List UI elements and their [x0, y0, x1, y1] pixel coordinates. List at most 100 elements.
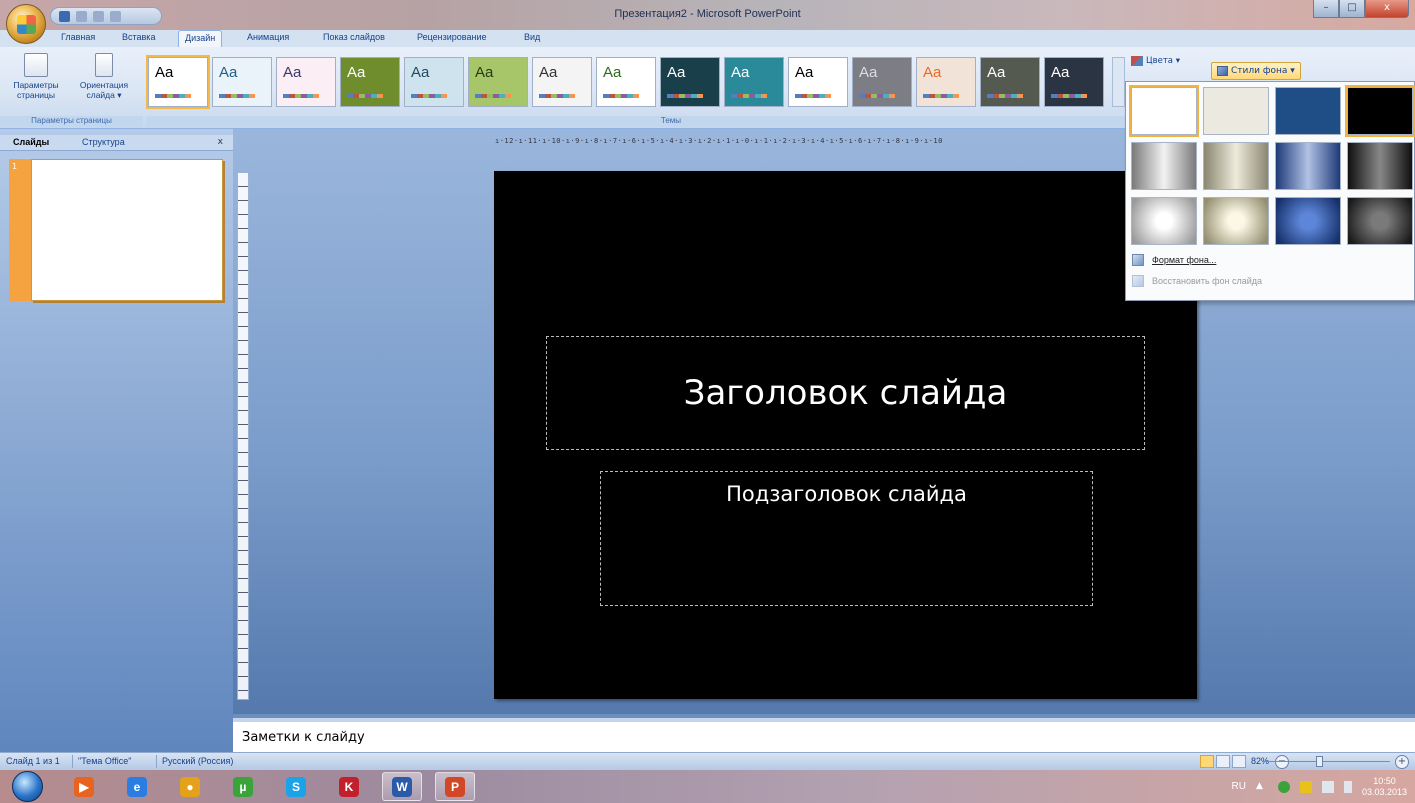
tab-outline[interactable]: Структура — [82, 137, 125, 147]
page-setup-label: Параметры — [13, 80, 59, 90]
slide-canvas[interactable]: Заголовок слайда Подзаголовок слайда — [494, 171, 1197, 699]
slide-thumbnail[interactable] — [31, 159, 223, 301]
taskbar-app-icon[interactable]: K — [329, 772, 369, 801]
ribbon-tabs: Главная Вставка Дизайн Анимация Показ сл… — [0, 30, 1415, 47]
theme-thumbnail[interactable]: Aa — [852, 57, 912, 107]
zoom-in-button[interactable]: + — [1395, 755, 1409, 769]
background-styles-button[interactable]: Стили фона ▾ — [1211, 62, 1301, 80]
background-style-swatch[interactable] — [1347, 142, 1413, 190]
network-icon[interactable] — [1321, 780, 1334, 793]
theme-color-bar — [411, 94, 447, 98]
theme-thumbnail[interactable]: Aa — [212, 57, 272, 107]
taskbar-app-icon[interactable]: W — [382, 772, 422, 801]
orientation-label: Ориентация — [79, 80, 129, 90]
volume-icon[interactable] — [1343, 780, 1352, 793]
start-button[interactable] — [12, 771, 43, 802]
zoom-slider-track[interactable] — [1262, 761, 1390, 762]
utorrent-tray-icon[interactable] — [1277, 780, 1290, 793]
format-background-icon — [1132, 254, 1144, 266]
background-style-swatch[interactable] — [1131, 142, 1197, 190]
clock-time: 10:50 — [1373, 775, 1396, 786]
taskbar-app-icon[interactable]: S — [276, 772, 316, 801]
clock[interactable]: 10:50 03.03.2013 — [1362, 776, 1407, 798]
format-background-item[interactable]: Формат фона... — [1132, 254, 1216, 266]
background-style-swatch[interactable] — [1275, 197, 1341, 245]
slide-subtitle-placeholder[interactable]: Подзаголовок слайда — [600, 471, 1093, 606]
theme-sample-text: Aa — [603, 64, 622, 81]
theme-sample-text: Aa — [475, 64, 494, 81]
background-style-swatch[interactable] — [1345, 85, 1415, 137]
slide-thumb-selection — [9, 159, 31, 301]
colors-label: Цвета ▾ — [1146, 56, 1180, 66]
background-style-swatch[interactable] — [1203, 142, 1269, 190]
themes-scroll[interactable] — [1112, 57, 1125, 107]
language-indicator[interactable]: RU — [1232, 781, 1246, 792]
theme-color-bar — [731, 94, 767, 98]
zoom-slider-thumb[interactable] — [1316, 756, 1323, 767]
system-tray: RU ▲ 10:50 03.03.2013 — [1232, 770, 1415, 803]
taskbar-app-icon[interactable]: ▶ — [64, 772, 104, 801]
theme-sample-text: Aa — [795, 64, 814, 81]
theme-thumbnail[interactable]: Aa — [468, 57, 528, 107]
slide-sorter-icon[interactable] — [1216, 755, 1230, 768]
zoom-out-button[interactable]: − — [1275, 755, 1289, 769]
theme-thumbnail[interactable]: Aa — [404, 57, 464, 107]
taskbar-app-icon[interactable]: µ — [223, 772, 263, 801]
theme-thumbnail[interactable]: Aa — [532, 57, 592, 107]
theme-thumbnail[interactable]: Aa — [1044, 57, 1104, 107]
theme-sample-text: Aa — [347, 64, 366, 81]
background-style-swatch[interactable] — [1131, 197, 1197, 245]
background-style-swatch[interactable] — [1275, 142, 1341, 190]
theme-thumbnail[interactable]: Aa — [788, 57, 848, 107]
maximize-button[interactable]: □ — [1339, 0, 1365, 18]
theme-thumbnail[interactable]: Aa — [660, 57, 720, 107]
theme-thumbnail[interactable]: Aa — [276, 57, 336, 107]
tray-expand-icon[interactable]: ▲ — [1256, 781, 1268, 793]
page-setup-button[interactable]: Параметры страницы — [4, 53, 68, 100]
office-button[interactable] — [6, 4, 46, 44]
theme-sample-text: Aa — [219, 64, 238, 81]
tab-view[interactable]: Вид — [524, 32, 540, 42]
title-bar: Презентация2 - Microsoft PowerPoint – □ … — [0, 0, 1415, 44]
reset-background-label: Восстановить фон слайда — [1152, 276, 1263, 286]
tab-home[interactable]: Главная — [61, 32, 95, 42]
normal-view-icon[interactable] — [1200, 755, 1214, 768]
office-logo-icon — [17, 15, 36, 34]
background-style-swatch[interactable] — [1129, 85, 1199, 137]
orientation-label-2: слайда ▾ — [86, 90, 122, 100]
action-center-icon[interactable] — [1299, 780, 1312, 793]
background-style-swatch[interactable] — [1203, 87, 1269, 135]
close-button[interactable]: x — [1365, 0, 1409, 18]
panel-close-icon[interactable]: x — [218, 137, 223, 147]
theme-thumbnail[interactable]: Aa — [596, 57, 656, 107]
tab-design[interactable]: Дизайн — [178, 30, 223, 47]
minimize-button[interactable]: – — [1313, 0, 1339, 18]
colors-button[interactable]: Цвета ▾ — [1131, 56, 1180, 66]
slide-title-placeholder[interactable]: Заголовок слайда — [546, 336, 1145, 450]
theme-thumbnail[interactable]: Aa — [146, 55, 210, 109]
theme-sample-text: Aa — [411, 64, 430, 81]
notes-pane[interactable]: Заметки к слайду — [233, 718, 1415, 752]
tab-slideshow[interactable]: Показ слайдов — [323, 32, 385, 42]
theme-thumbnail[interactable]: Aa — [340, 57, 400, 107]
status-language[interactable]: Русский (Россия) — [162, 756, 233, 766]
theme-thumbnail[interactable]: Aa — [916, 57, 976, 107]
orientation-button[interactable]: Ориентация слайда ▾ — [72, 53, 136, 100]
taskbar-app-icon[interactable]: P — [435, 772, 475, 801]
taskbar-app-icon[interactable]: ● — [170, 772, 210, 801]
theme-thumbnail[interactable]: Aa — [724, 57, 784, 107]
background-style-swatch[interactable] — [1275, 87, 1341, 135]
group-label-page-setup: Параметры страницы — [0, 116, 143, 127]
theme-color-bar — [859, 94, 895, 98]
tab-animation[interactable]: Анимация — [247, 32, 289, 42]
panel-tabs: Слайды Структура x — [0, 135, 233, 151]
tab-insert[interactable]: Вставка — [122, 32, 155, 42]
background-style-swatch[interactable] — [1203, 197, 1269, 245]
theme-thumbnail[interactable]: Aa — [980, 57, 1040, 107]
background-style-swatch[interactable] — [1347, 197, 1413, 245]
tab-review[interactable]: Рецензирование — [417, 32, 487, 42]
taskbar-app-icon[interactable]: e — [117, 772, 157, 801]
tab-slides[interactable]: Слайды — [13, 137, 49, 147]
theme-sample-text: Aa — [731, 64, 750, 81]
slideshow-view-icon[interactable] — [1232, 755, 1246, 768]
